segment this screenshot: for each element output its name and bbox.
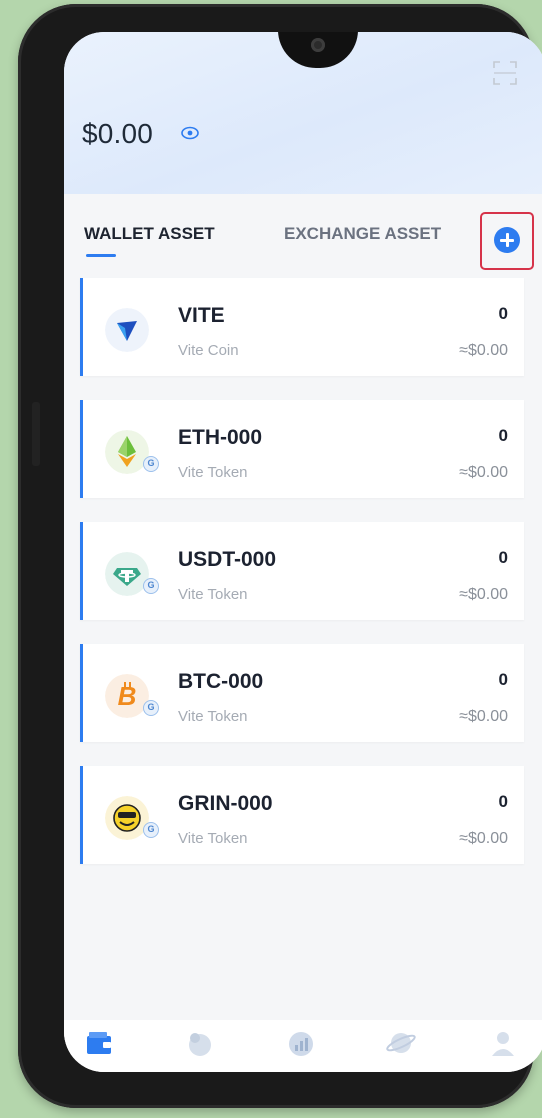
phone-side-button — [32, 402, 40, 466]
token-amount: 0 — [498, 548, 508, 567]
gateway-badge: G — [143, 456, 159, 472]
usdt-logo-icon — [105, 552, 149, 596]
token-amount: 0 — [498, 670, 508, 689]
token-row-vite[interactable]: VITE Vite Coin 0 ≈$0.00 — [80, 278, 524, 376]
asset-tabs: WALLET ASSET EXCHANGE ASSET — [64, 194, 542, 278]
token-amount: 0 — [498, 304, 508, 323]
vite-logo-icon — [105, 308, 149, 352]
explore-planet-icon[interactable] — [386, 1028, 416, 1058]
token-amount: 0 — [498, 792, 508, 811]
app-screen: $0.00 WALLET ASSET EXCHANGE ASSET VITE V… — [64, 32, 542, 1072]
token-symbol: BTC-000 — [178, 670, 264, 693]
token-symbol: USDT-000 — [178, 548, 277, 571]
active-tab-indicator — [86, 254, 116, 257]
token-type: Vite Token — [178, 586, 248, 603]
grin-logo-icon — [105, 796, 149, 840]
tab-exchange-asset[interactable]: EXCHANGE ASSET — [284, 224, 441, 244]
token-value: ≈$0.00 — [459, 586, 508, 603]
bottom-nav — [64, 1020, 542, 1072]
token-amount: 0 — [498, 426, 508, 445]
stats-icon[interactable] — [286, 1028, 316, 1058]
add-token-highlight — [480, 212, 534, 270]
eye-icon[interactable] — [181, 126, 199, 140]
phone-frame: $0.00 WALLET ASSET EXCHANGE ASSET VITE V… — [18, 4, 542, 1108]
token-symbol: VITE — [178, 304, 225, 327]
gateway-badge: G — [143, 822, 159, 838]
token-type: Vite Token — [178, 708, 248, 725]
gateway-badge: G — [143, 578, 159, 594]
token-type: Vite Token — [178, 464, 248, 481]
token-row-eth[interactable]: G ETH-000 Vite Token 0 ≈$0.00 — [80, 400, 524, 498]
token-row-usdt[interactable]: G USDT-000 Vite Token 0 ≈$0.00 — [80, 522, 524, 620]
token-row-btc[interactable]: B G BTC-000 Vite Token 0 ≈$0.00 — [80, 644, 524, 742]
eth-logo-icon — [105, 430, 149, 474]
btc-logo-icon: B — [105, 674, 149, 718]
tab-wallet-asset[interactable]: WALLET ASSET — [84, 224, 215, 244]
token-value: ≈$0.00 — [459, 830, 508, 847]
gateway-badge: G — [143, 700, 159, 716]
svg-text:B: B — [118, 681, 137, 711]
token-symbol: ETH-000 — [178, 426, 263, 449]
token-type: Vite Coin — [178, 342, 239, 359]
token-symbol: GRIN-000 — [178, 792, 273, 815]
profile-icon[interactable] — [488, 1028, 518, 1058]
front-camera — [311, 38, 325, 52]
token-value: ≈$0.00 — [459, 342, 508, 359]
wallet-icon[interactable] — [84, 1028, 114, 1058]
token-value: ≈$0.00 — [459, 708, 508, 725]
plus-circle-icon[interactable] — [494, 227, 520, 253]
token-value: ≈$0.00 — [459, 464, 508, 481]
total-balance: $0.00 — [82, 118, 154, 149]
token-type: Vite Token — [178, 830, 248, 847]
token-row-grin[interactable]: G GRIN-000 Vite Token 0 ≈$0.00 — [80, 766, 524, 864]
scan-icon[interactable] — [492, 60, 518, 86]
exchange-icon[interactable] — [184, 1028, 214, 1058]
